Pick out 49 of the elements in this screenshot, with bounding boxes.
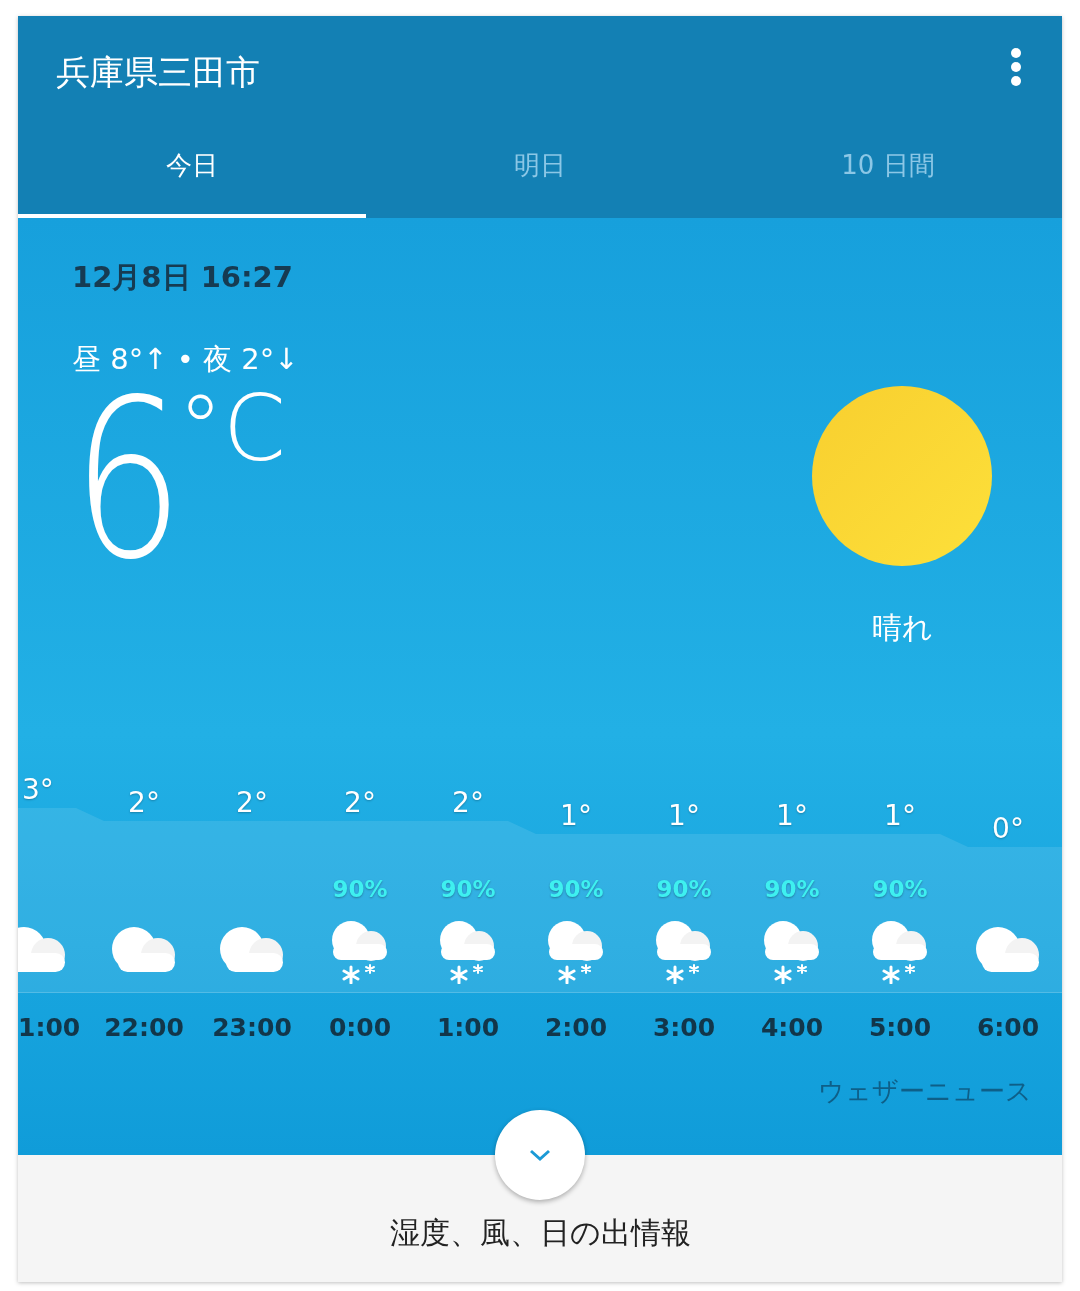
snow-icon <box>655 920 713 984</box>
location-title: 兵庫県三田市 <box>56 51 260 94</box>
hour-label: 0:00 <box>328 1013 392 1042</box>
hourly-temperature: 2° <box>236 789 268 817</box>
hourly-temperature: 0° <box>992 815 1024 843</box>
hourly-temperature: 1° <box>776 802 808 830</box>
snow-icon <box>871 920 929 984</box>
precipitation-chance: 90% <box>440 876 496 902</box>
hour-label: 22:00 <box>104 1013 184 1042</box>
chevron-down-icon <box>528 1148 552 1162</box>
hourly-temperature: 1° <box>668 802 700 830</box>
hourly-temperature: 2° <box>452 789 484 817</box>
cloud-icon <box>110 927 178 973</box>
weather-condition: 晴れ <box>871 609 933 647</box>
hour-label: 3:00 <box>652 1013 716 1042</box>
hour-label: 2:00 <box>544 1013 608 1042</box>
hourly-temperature: 2° <box>128 789 160 817</box>
hourly-temperature: 1° <box>884 802 916 830</box>
precipitation-chance: 90% <box>764 876 820 902</box>
hour-label: 1:00 <box>18 1013 81 1042</box>
date-time: 12月8日 16:27 <box>72 259 294 296</box>
precipitation-chance: 90% <box>656 876 712 902</box>
hour-label: 1:00 <box>436 1013 500 1042</box>
snow-icon <box>763 920 821 984</box>
hour-label: 6:00 <box>976 1013 1040 1042</box>
precipitation-chance: 90% <box>332 876 388 902</box>
sun-icon <box>812 386 992 566</box>
precipitation-chance: 90% <box>872 876 928 902</box>
hour-label: 4:00 <box>760 1013 824 1042</box>
hour-label: 5:00 <box>868 1013 932 1042</box>
cloud-icon <box>974 927 1042 973</box>
cloud-icon <box>18 927 68 973</box>
hourly-temperature: 1° <box>560 802 592 830</box>
expand-button[interactable] <box>495 1110 585 1200</box>
temperature-unit: °C <box>178 384 286 474</box>
snow-icon <box>439 920 497 984</box>
details-link[interactable]: 湿度、風、日の出情報 <box>389 1213 691 1254</box>
tab[interactable]: 明日 <box>366 130 714 218</box>
tab[interactable]: 10 日間 <box>714 130 1062 218</box>
more-options-icon[interactable] <box>1010 48 1022 86</box>
high-low-temperature: 昼 8°↑ • 夜 2°↓ <box>72 341 300 378</box>
hourly-temperature: 2° <box>344 789 376 817</box>
hour-label: 23:00 <box>212 1013 292 1042</box>
snow-icon <box>547 920 605 984</box>
precipitation-chance: 90% <box>548 876 604 902</box>
hourly-temperature: 3° <box>22 776 54 804</box>
source-credit: ウェザーニュース <box>818 1075 1032 1108</box>
snow-icon <box>331 920 389 984</box>
cloud-icon <box>218 927 286 973</box>
